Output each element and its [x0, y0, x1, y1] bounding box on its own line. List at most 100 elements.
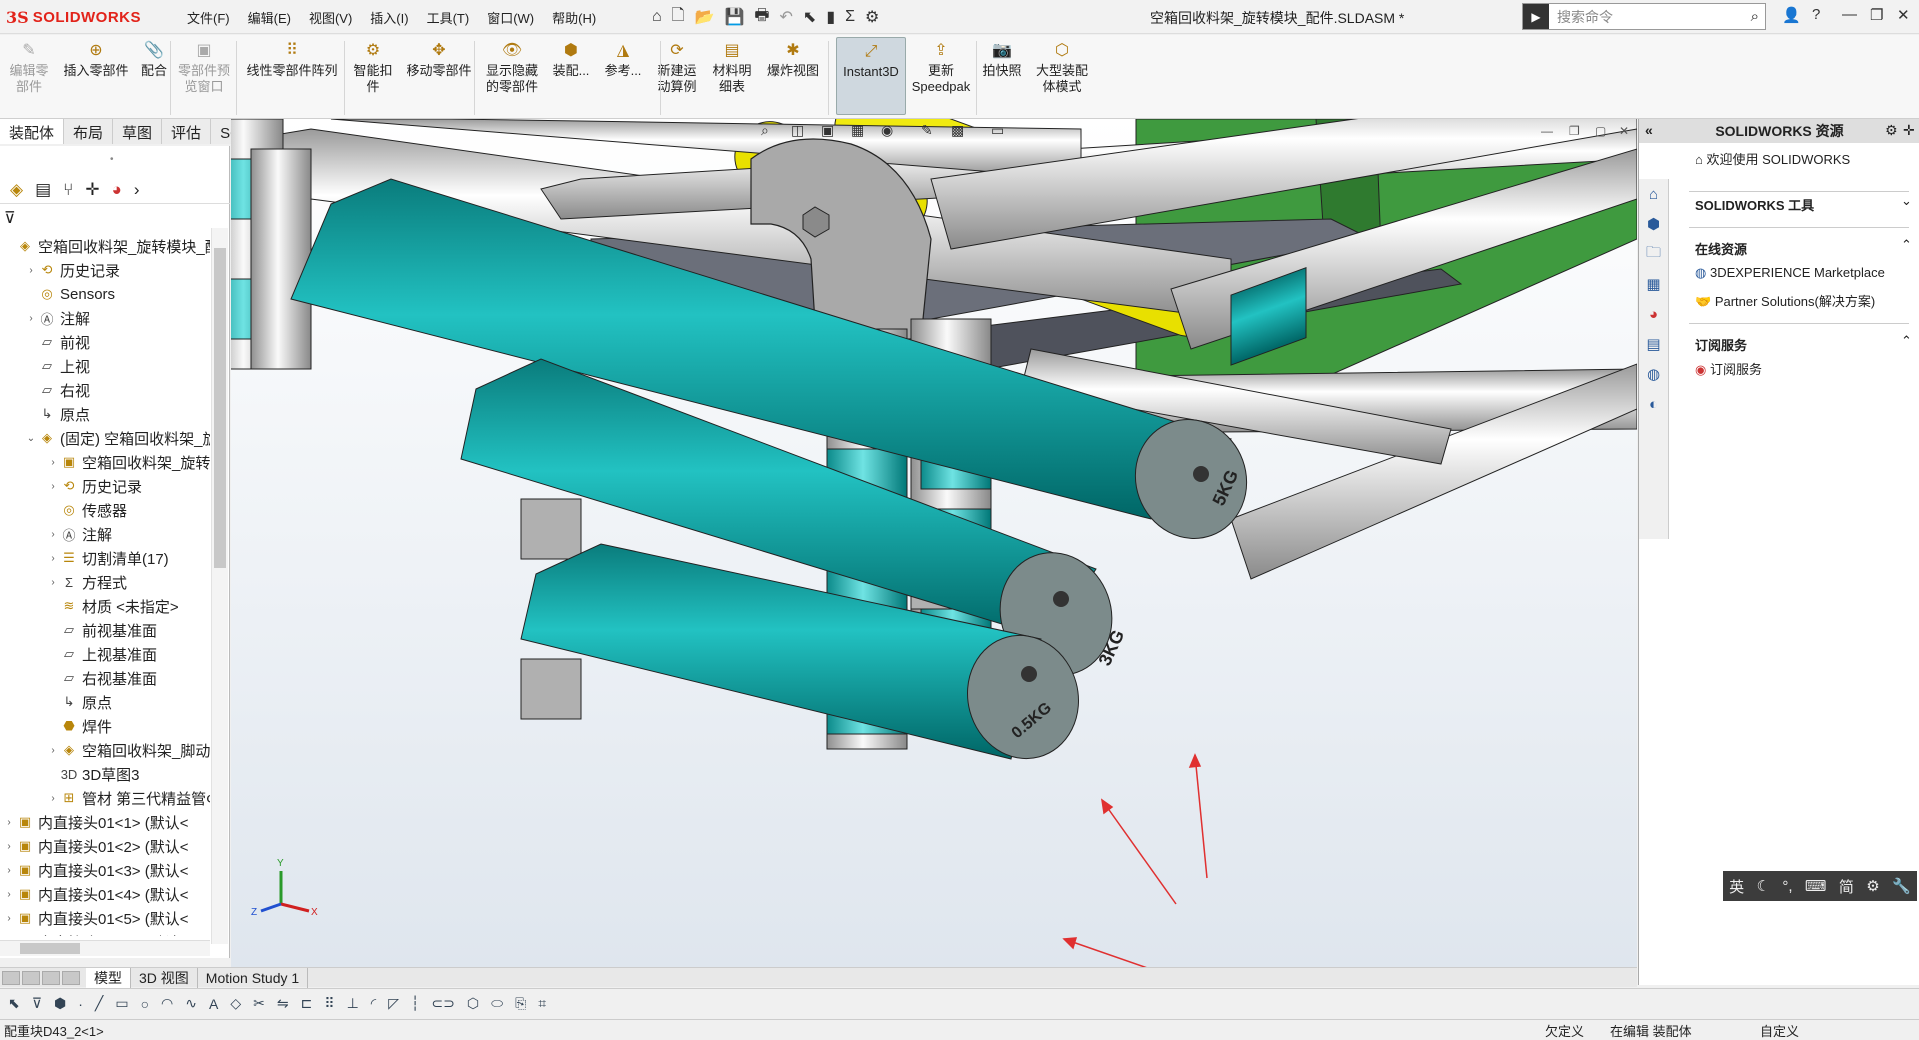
menu-item[interactable]: 编辑(E): [239, 8, 300, 27]
chevron-down-icon[interactable]: ⌄: [1901, 193, 1912, 209]
resources-tab-icon[interactable]: ⌂: [1639, 179, 1668, 209]
menu-item[interactable]: 视图(V): [300, 8, 361, 27]
ime-lang[interactable]: 英: [1729, 876, 1744, 897]
appearances-tab-icon[interactable]: ◕: [1639, 299, 1668, 329]
circle-icon[interactable]: ○: [141, 996, 149, 1012]
ribbon-button[interactable]: ▣ 零部件预 览窗口: [174, 41, 234, 95]
bottom-tab-1[interactable]: 3D 视图: [131, 967, 198, 988]
select-icon[interactable]: ⬉: [8, 995, 20, 1012]
tree-item[interactable]: › ▣ 内直接头01<2> (默认<: [2, 834, 188, 858]
punctuation-icon[interactable]: °,: [1782, 878, 1792, 895]
tree-item[interactable]: ›▣ 空箱回收料架_旋转相: [46, 450, 210, 474]
tree-item[interactable]: ◈ 空箱回收料架_旋转模块_配: [2, 234, 210, 258]
ribbon-button[interactable]: ✥ 移动零部件: [400, 41, 478, 79]
search-bar[interactable]: ▶ 搜索命令 ⌕: [1522, 3, 1766, 30]
tree-item[interactable]: › ▣ 内直接头01<4> (默认<: [2, 882, 188, 906]
ribbon-button[interactable]: ⬢ 装配...: [548, 41, 594, 79]
trim-icon[interactable]: ✂: [253, 995, 265, 1012]
tree-item[interactable]: › ⟲ 历史记录: [46, 474, 142, 498]
menu-item[interactable]: 工具(T): [418, 8, 479, 27]
pane-options-icon[interactable]: ⚙: [1885, 122, 1898, 139]
menu-item[interactable]: 插入(I): [361, 8, 417, 27]
smart-dimension-icon[interactable]: ◇: [230, 995, 241, 1012]
offset-icon[interactable]: ⊏: [301, 995, 313, 1012]
graphics-area[interactable]: 5KG 3KG 0.5KG ⌕ ◫ ▣ ▦ ◉ ✎ ▩ ▭ — ❐ ▢ ✕ Y X Z: [231, 119, 1637, 967]
tree-item[interactable]: › ⊞ 管材 第三代精益管Φ: [46, 786, 210, 810]
traffic-light-icon[interactable]: ▮: [826, 7, 835, 27]
expand-arrow-icon[interactable]: ›: [46, 457, 60, 468]
ime-settings-icon[interactable]: ⚙: [1866, 877, 1879, 895]
tree-item[interactable]: ↳ 原点: [46, 690, 112, 714]
ribbon-button[interactable]: ✎ 编辑零 部件: [4, 41, 54, 95]
tab-1[interactable]: 布局: [64, 119, 114, 144]
pattern-icon[interactable]: ⠿: [324, 995, 334, 1012]
convert-entities-icon[interactable]: ⎘: [515, 995, 526, 1012]
expand-arrow-icon[interactable]: ›: [24, 313, 38, 324]
expand-arrow-icon[interactable]: ›: [2, 913, 16, 924]
solidworks-logo[interactable]: 3S SOLIDWORKS: [6, 6, 154, 28]
display-manager-icon[interactable]: ◕: [112, 180, 122, 200]
tree-item[interactable]: ›▣内直接头01<6> (默认<: [2, 930, 189, 936]
ribbon-button[interactable]: ⬡ 大型装配 体模式: [1030, 41, 1094, 95]
ribbon-button[interactable]: 👁 显示隐藏 的零部件: [480, 41, 544, 95]
tree-item[interactable]: › Σ 方程式: [46, 570, 127, 594]
subscription-link[interactable]: ◉ 订阅服务: [1695, 359, 1762, 378]
spline-icon[interactable]: ∿: [185, 995, 197, 1012]
pane-pin-icon[interactable]: ✛: [1903, 122, 1915, 139]
expand-arrow-icon[interactable]: ›: [2, 817, 16, 828]
online-section-header[interactable]: 在线资源: [1695, 239, 1747, 258]
expand-arrow-icon[interactable]: ›: [2, 865, 16, 876]
feature-manager-icon[interactable]: ◈: [10, 180, 23, 200]
ribbon-button[interactable]: 📷 拍快照: [980, 41, 1024, 79]
tree-item[interactable]: ≋ 材质 <未指定>: [46, 594, 179, 618]
tab-navigation[interactable]: [0, 970, 86, 985]
ribbon-button[interactable]: 📎 配合: [136, 41, 172, 79]
tree-item[interactable]: › ◈ 空箱回收料架_脚动_: [46, 738, 210, 762]
tree-scrollbar[interactable]: [211, 228, 228, 944]
tree-item[interactable]: ⌄ ◈ (固定) 空箱回收料架_旋: [24, 426, 210, 450]
panel-next-icon[interactable]: ›: [134, 180, 140, 200]
tree-item[interactable]: ▱ 上视基准面: [46, 642, 157, 666]
search-icon[interactable]: ⌕: [1745, 8, 1765, 25]
custom-properties-tab-icon[interactable]: ▤: [1639, 329, 1668, 359]
tree-item[interactable]: ▱ 前视: [24, 330, 90, 354]
tree-item[interactable]: › ▣ 内直接头01<5> (默认<: [2, 906, 188, 930]
tree-item[interactable]: 3D 3D草图3: [46, 762, 140, 786]
search-input[interactable]: 搜索命令: [1549, 7, 1745, 27]
polygon-icon[interactable]: ⬡: [467, 995, 479, 1012]
chamfer-icon[interactable]: ◸: [388, 995, 399, 1012]
arc-icon[interactable]: ◠: [161, 995, 173, 1012]
design-library-tab-icon[interactable]: ⬢: [1639, 209, 1668, 239]
tree-item[interactable]: ▱ 右视: [24, 378, 90, 402]
tab-2[interactable]: 草图: [113, 119, 163, 144]
expand-arrow-icon[interactable]: ›: [46, 529, 60, 540]
undo-icon[interactable]: ↶: [780, 7, 793, 27]
expand-arrow-icon[interactable]: ›: [46, 745, 60, 756]
ribbon-button[interactable]: ⇪ 更新 Speedpak: [908, 41, 974, 95]
tree-item[interactable]: ▱ 上视: [24, 354, 90, 378]
user-icon[interactable]: 👤: [1782, 6, 1801, 24]
menu-item[interactable]: 窗口(W): [478, 8, 543, 27]
menu-item[interactable]: 帮助(H): [543, 8, 605, 27]
property-manager-icon[interactable]: ▤: [35, 180, 51, 200]
expand-arrow-icon[interactable]: ›: [2, 841, 16, 852]
tree-item[interactable]: ◎ Sensors: [24, 282, 115, 306]
ribbon-button[interactable]: ✱ 爆炸视图: [760, 41, 826, 79]
expand-arrow-icon[interactable]: ⌄: [24, 433, 38, 444]
tree-item[interactable]: › ▣ 内直接头01<1> (默认<: [2, 810, 188, 834]
assembly-model-view[interactable]: 5KG 3KG 0.5KG ⌕ ◫ ▣ ▦ ◉ ✎ ▩ ▭ — ❐ ▢ ✕ Y X Z: [231, 119, 1637, 967]
tree-item[interactable]: › Ⓐ 注解: [24, 306, 90, 330]
ribbon-button[interactable]: ▤ 材料明 细表: [710, 41, 754, 95]
tree-item[interactable]: › ⟲ 历史记录: [24, 258, 120, 282]
configuration-manager-icon[interactable]: ⑂: [63, 180, 73, 200]
rectangle-icon[interactable]: ▭: [115, 995, 128, 1012]
panel-grip-icon[interactable]: •: [110, 154, 114, 165]
welcome-link[interactable]: ⌂ 欢迎使用 SOLIDWORKS: [1695, 149, 1850, 168]
ribbon-button[interactable]: ⠿ 线性零部件阵列: [240, 41, 344, 79]
ribbon-button[interactable]: ⊕ 插入零部件: [58, 41, 134, 79]
maximize-icon[interactable]: ❐: [1870, 6, 1883, 24]
tree-scroll-thumb[interactable]: [214, 248, 226, 568]
ime-mode[interactable]: 简: [1839, 876, 1854, 897]
grid-icon[interactable]: ⌗: [538, 995, 546, 1012]
tree-item[interactable]: ▱ 右视基准面: [46, 666, 157, 690]
